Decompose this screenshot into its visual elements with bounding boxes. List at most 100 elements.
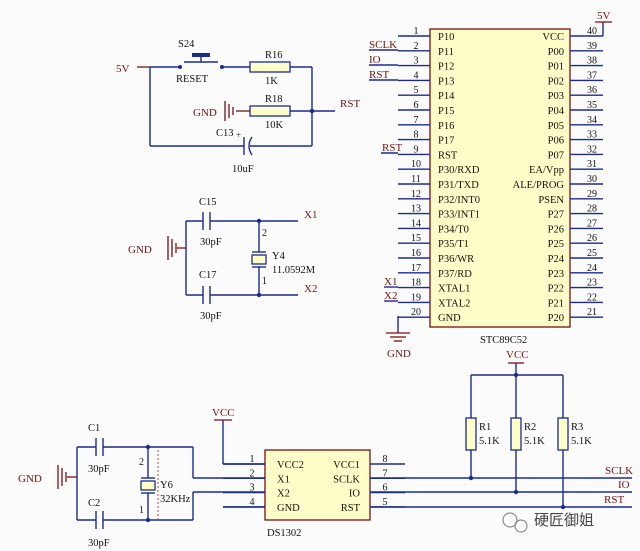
y4-ref: Y4	[272, 251, 286, 262]
mcu-pin-name: P22	[548, 284, 564, 295]
pullup-vcc: VCC	[506, 349, 529, 361]
mcu-pin-name: P26	[548, 224, 564, 235]
mcu-pin-name: P21	[548, 298, 564, 309]
svg-text:2: 2	[139, 457, 144, 468]
mcu-pin-name: P02	[548, 76, 564, 87]
mcu-pin-number: 11	[411, 174, 421, 185]
mcu-gnd: GND	[387, 348, 411, 360]
mcu-pin-name: P32/INT0	[438, 195, 480, 206]
r16-resistor	[249, 61, 291, 73]
mcu-pin-name: P15	[438, 106, 454, 117]
net-rst-reset: RST	[340, 98, 360, 110]
pullup-ref: R1	[479, 422, 491, 433]
mcu-pin-number: 16	[411, 248, 421, 259]
pushbutton	[192, 53, 210, 57]
mcu-pin-name: P00	[548, 47, 564, 58]
rtc-pin-name: RST	[341, 503, 361, 514]
r16-ref: R16	[265, 50, 283, 61]
s24-ref: S24	[178, 39, 195, 50]
mcu-pin-number: 35	[587, 100, 597, 111]
mcu-5v: 5V	[597, 10, 611, 22]
svg-text:+: +	[236, 130, 241, 140]
net-x2-crystal: X2	[304, 283, 317, 295]
mcu-pin-name: P06	[548, 136, 564, 147]
rtc-pin-name: SCLK	[333, 474, 360, 485]
c13-ref: C13	[216, 128, 234, 139]
mcu-pin-number: 28	[587, 204, 597, 215]
watermark-text: 硬匠御姐	[534, 511, 594, 529]
mcu-pin-number: 25	[587, 248, 597, 259]
mcu-pin-number: 40	[587, 26, 597, 37]
mcu-pin-number: 20	[411, 307, 421, 318]
rtc-pin-name: X1	[277, 474, 290, 485]
r18-value: 10K	[265, 120, 284, 131]
mcu-pin-number: 15	[411, 233, 421, 244]
mcu-pin-number: 36	[587, 85, 597, 96]
y4-value: 11.0592M	[272, 265, 316, 276]
mcu-pin-name: P16	[438, 121, 454, 132]
mcu-body	[429, 28, 571, 328]
pullup-resistor	[510, 417, 522, 451]
c1-ref: C1	[88, 423, 100, 434]
y6-crystal	[140, 480, 156, 491]
mcu-pin-number: 3	[414, 56, 419, 67]
mcu-pin-number: 39	[587, 41, 597, 52]
mcu-pin-number: 27	[587, 218, 597, 229]
mcu-net-rst-pin9: RST	[382, 142, 402, 154]
mcu-pin-name: P27	[548, 210, 564, 221]
mcu-pin-name: P03	[548, 91, 564, 102]
svg-text:1: 1	[262, 276, 267, 287]
y6-ref: Y6	[160, 480, 173, 491]
rtc-pin-number: 2	[250, 468, 255, 479]
mcu-pin-name: P34/T0	[438, 224, 469, 235]
mcu-pin-number: 38	[587, 56, 597, 67]
rtc-pin-number: 5	[383, 497, 388, 508]
mcu-pin-name: P23	[548, 269, 564, 280]
mcu-pin-number: 8	[414, 130, 419, 141]
mcu-pin-name: P13	[438, 76, 454, 87]
r18-ref: R18	[265, 94, 283, 105]
y6-value: 32KHz	[160, 494, 191, 505]
mcu-pin-name: GND	[438, 313, 461, 324]
mcu-pin-name: P30/RXD	[438, 165, 480, 176]
rtc-pin-number: 8	[383, 454, 388, 465]
c2-value: 30pF	[88, 538, 110, 549]
mcu-pin-number: 10	[411, 159, 421, 170]
mcu-pin-name: P14	[438, 91, 455, 102]
r16-value: 1K	[265, 76, 278, 87]
net-x1-crystal: X1	[304, 209, 317, 221]
mcu-net-rst: RST	[369, 69, 389, 81]
mcu-pin-number: 32	[587, 144, 597, 155]
rtc-pin-number: 4	[250, 497, 255, 508]
r18-resistor	[249, 105, 291, 117]
mcu-pin-name: P05	[548, 121, 564, 132]
c13-value: 10uF	[232, 164, 254, 175]
rtc-pin-name: IO	[349, 489, 360, 500]
mcu-pin-name: VCC	[542, 32, 564, 43]
mcu-pin-name: P01	[548, 62, 564, 73]
mcu-pin-name: P37/RD	[438, 269, 472, 280]
mcu-pin-name: PSEN	[538, 195, 564, 206]
mcu-pin-number: 31	[587, 159, 597, 170]
mcu-pin-number: 9	[414, 144, 419, 155]
gnd-crystal: GND	[128, 244, 152, 256]
s24-value: RESET	[176, 74, 209, 85]
mcu-pin-name: P07	[548, 150, 564, 161]
mcu-pin-name: P11	[438, 47, 454, 58]
mcu-pin-name: P17	[438, 136, 454, 147]
rtc-pin-name: VCC1	[333, 460, 360, 471]
mcu-pin-number: 24	[587, 263, 597, 274]
mcu-stc89c52: 1 P10 2 P11 3 P12 4 P13 5 P14 6 P15 7 P16 8 P17 9 RST 10 P3…	[369, 10, 612, 360]
mcu-pin-number: 34	[587, 115, 597, 126]
y4-crystal	[251, 254, 267, 265]
rtc-pin-name: GND	[277, 503, 300, 514]
mcu-pin-number: 23	[587, 278, 597, 289]
mcu-pin-number: 4	[414, 70, 419, 81]
rtc-pin-number: 3	[250, 483, 255, 494]
mcu-pin-name: P10	[438, 32, 454, 43]
mcu-pin-number: 7	[414, 115, 419, 126]
pullup-value: 5.1K	[524, 436, 545, 447]
mcu-pin-number: 17	[411, 263, 421, 274]
mcu-net-x2: X2	[384, 290, 397, 302]
mcu-pin-number: 5	[414, 85, 419, 96]
